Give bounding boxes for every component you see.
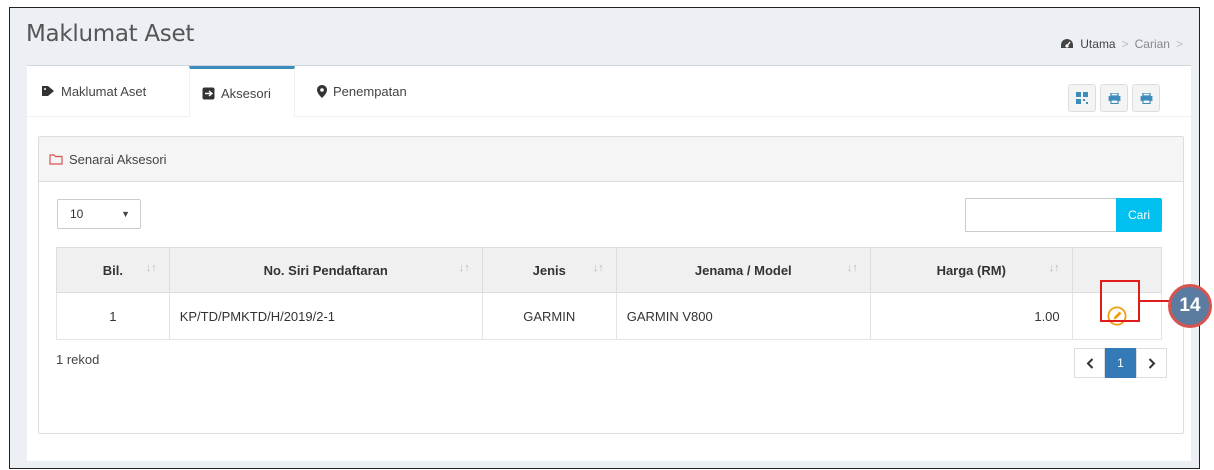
print-icon — [1140, 92, 1152, 104]
sort-icon: ↓↑ — [592, 262, 604, 274]
cell-jenis: GARMIN — [481, 292, 617, 340]
next-page-button[interactable] — [1136, 348, 1167, 378]
folder-icon — [49, 154, 63, 165]
print-button[interactable] — [1100, 84, 1128, 112]
accessory-panel: Senarai Aksesori 10 ▼ Cari Bil. ↓↑ No. Si… — [38, 136, 1184, 434]
caret-down-icon: ▼ — [121, 209, 130, 219]
breadcrumb: Utama > Carian > — [1060, 37, 1183, 51]
breadcrumb-separator: > — [1121, 37, 1129, 51]
panel-title: Senarai Aksesori — [69, 151, 167, 167]
print-icon — [1108, 92, 1120, 104]
chevron-right-icon — [1148, 357, 1155, 369]
cell-jenama-model: GARMIN V800 — [615, 292, 871, 340]
page-size-select[interactable]: 10 ▼ — [57, 199, 141, 229]
map-marker-icon — [317, 84, 327, 98]
tab-label: Aksesori — [221, 85, 271, 101]
cell-no-siri: KP/TD/PMKTD/H/2019/2-1 — [168, 292, 483, 340]
prev-page-button[interactable] — [1074, 348, 1105, 378]
chevron-left-icon — [1086, 357, 1093, 369]
table-row: 1 KP/TD/PMKTD/H/2019/2-1 GARMIN GARMIN V… — [56, 292, 1163, 340]
search-input[interactable] — [965, 198, 1117, 232]
annotation-highlight-box — [1100, 280, 1140, 322]
tab-maklumat-aset[interactable]: Maklumat Aset — [29, 66, 158, 116]
sort-icon: ↓↑ — [1048, 262, 1060, 274]
print-button-alt[interactable] — [1132, 84, 1160, 112]
column-header-no-siri[interactable]: No. Siri Pendaftaran ↓↑ — [168, 247, 483, 293]
pagination: 1 — [1074, 348, 1167, 378]
qrcode-button[interactable] — [1068, 84, 1096, 112]
tab-bar: Maklumat Aset Aksesori Penempatan — [27, 66, 1191, 117]
record-count: 1 rekod — [56, 352, 100, 367]
annotation-callout-line — [1140, 300, 1170, 302]
app-frame: Maklumat Aset Utama > Carian > Maklumat … — [9, 7, 1200, 469]
sort-icon: ↓↑ — [145, 262, 157, 274]
page-title: Maklumat Aset — [26, 21, 195, 47]
tab-aksesori[interactable]: Aksesori — [189, 66, 295, 117]
page-size-value: 10 — [70, 207, 84, 221]
tag-icon — [42, 86, 54, 96]
cell-harga: 1.00 — [869, 292, 1073, 340]
annotation-badge: 14 — [1168, 284, 1212, 328]
accessory-table: Bil. ↓↑ No. Siri Pendaftaran ↓↑ Jenis ↓↑ Je… — [56, 247, 1163, 340]
qrcode-icon — [1076, 92, 1088, 104]
column-header-bil[interactable]: Bil. ↓↑ — [56, 247, 170, 293]
column-header-harga[interactable]: Harga (RM) ↓↑ — [869, 247, 1073, 293]
column-header-jenama-model[interactable]: Jenama / Model ↓↑ — [615, 247, 871, 293]
column-header-jenis[interactable]: Jenis ↓↑ — [481, 247, 617, 293]
breadcrumb-separator: > — [1175, 37, 1183, 51]
search-button[interactable]: Cari — [1116, 198, 1162, 232]
table-header-row: Bil. ↓↑ No. Siri Pendaftaran ↓↑ Jenis ↓↑ Je… — [56, 247, 1163, 293]
breadcrumb-search[interactable]: Carian — [1135, 37, 1170, 51]
content-box: Maklumat Aset Aksesori Penempatan Senara… — [27, 65, 1191, 461]
dashboard-icon — [1061, 39, 1074, 48]
tab-label: Maklumat Aset — [61, 83, 147, 99]
sort-icon: ↓↑ — [846, 262, 858, 274]
panel-header: Senarai Aksesori — [39, 137, 1183, 182]
tab-penempatan[interactable]: Penempatan — [305, 66, 419, 116]
square-arrow-icon — [202, 87, 215, 99]
cell-bil: 1 — [56, 292, 170, 340]
sort-icon: ↓↑ — [458, 262, 470, 274]
tab-label: Penempatan — [333, 83, 407, 99]
page-button[interactable]: 1 — [1105, 348, 1136, 378]
breadcrumb-home[interactable]: Utama — [1080, 37, 1115, 51]
